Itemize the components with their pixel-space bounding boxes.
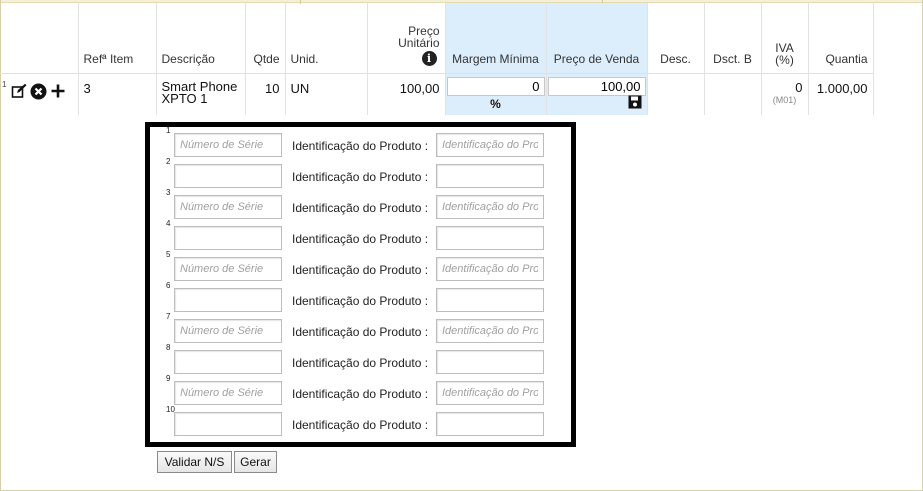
serial-row: 7 Identificação do Produto : [150, 312, 571, 345]
col-actions [0, 3, 79, 74]
serial-number-input[interactable] [174, 288, 282, 312]
product-id-label: Identificação do Produto : [292, 201, 429, 215]
vat-value: 0 [795, 79, 803, 95]
description-line-2: XPTO 1 [161, 90, 208, 106]
row-min-margin: % [445, 73, 547, 115]
col-sale-price: Preço de Venda [546, 3, 648, 74]
col-description: Descrição [156, 3, 246, 74]
sale-price-input[interactable] [547, 76, 646, 96]
serial-row-number: 7 [166, 312, 171, 321]
serial-number-input[interactable] [174, 381, 282, 405]
serial-row: 6 Identificação do Produto : [150, 281, 571, 314]
row-sale-price [546, 73, 648, 115]
serial-row: 2 Identificação do Produto : [150, 157, 571, 190]
col-qty: Qtde [245, 3, 286, 74]
product-id-input[interactable] [436, 412, 544, 436]
row-amount: 1.000,00 [808, 73, 874, 115]
serial-row: 5 Identificação do Produto : [150, 250, 571, 283]
serial-row-number: 6 [166, 281, 171, 290]
row-actions: 1 [0, 73, 79, 115]
min-margin-input[interactable] [446, 76, 545, 96]
col-ref: Refª Item [78, 3, 157, 74]
table-header: Refª Item Descrição Qtde Unid. Preço Uni… [0, 3, 874, 74]
product-id-input[interactable] [436, 164, 544, 188]
col-vat: IVA (%) [761, 3, 809, 74]
serial-row-number: 4 [166, 219, 171, 228]
product-id-input[interactable] [436, 381, 544, 405]
serial-number-input[interactable] [174, 133, 282, 157]
serial-row-number: 1 [166, 126, 171, 135]
product-id-input[interactable] [436, 350, 544, 374]
items-table: Refª Item Descrição Qtde Unid. Preço Uni… [0, 3, 874, 115]
serial-number-input[interactable] [174, 319, 282, 343]
validate-serials-button[interactable]: Validar N/S [157, 451, 232, 473]
table-row: 1 3 Smart Phone XPTO 1 10 UN 100,00 0 % … [0, 73, 874, 115]
product-id-label: Identificação do Produto : [292, 263, 429, 277]
product-id-label: Identificação do Produto : [292, 418, 429, 432]
row-description: Smart Phone XPTO 1 [156, 73, 246, 115]
serial-number-input[interactable] [174, 164, 282, 188]
serial-number-input[interactable] [174, 195, 282, 219]
serial-number-input[interactable] [174, 350, 282, 374]
vat-label-2: (%) [775, 52, 794, 67]
remove-icon[interactable] [30, 83, 47, 100]
serial-number-input[interactable] [174, 257, 282, 281]
serial-row: 10 Identificação do Produto : [150, 405, 571, 438]
serial-row-number: 5 [166, 250, 171, 259]
product-id-input[interactable] [436, 319, 544, 343]
product-id-input[interactable] [436, 195, 544, 219]
serial-row-number: 8 [166, 343, 171, 352]
product-id-label: Identificação do Produto : [292, 294, 429, 308]
product-id-label: Identificação do Produto : [292, 139, 429, 153]
row-unit: UN [285, 73, 368, 115]
margin-unit: % [490, 96, 501, 111]
serial-row: 1 Identificação do Produto : [150, 126, 571, 159]
product-id-input[interactable] [436, 133, 544, 157]
vat-code: (M01) [772, 94, 797, 105]
serial-row: 4 Identificação do Produto : [150, 219, 571, 252]
row-vat: 0 (M01) [761, 73, 809, 115]
serial-number-input[interactable] [174, 412, 282, 436]
serial-row: 8 Identificação do Produto : [150, 343, 571, 376]
serial-number-input[interactable] [174, 226, 282, 250]
col-amount: Quantia [808, 3, 874, 74]
product-id-label: Identificação do Produto : [292, 170, 429, 184]
row-ref: 3 [78, 73, 157, 115]
edit-icon[interactable] [11, 83, 27, 99]
add-icon[interactable] [50, 83, 66, 99]
product-id-input[interactable] [436, 288, 544, 312]
info-icon[interactable]: i [421, 50, 437, 66]
vat-label-1: IVA [775, 40, 794, 55]
product-id-label: Identificação do Produto : [292, 387, 429, 401]
row-qty: 10 [245, 73, 286, 115]
product-id-label: Identificação do Produto : [292, 356, 429, 370]
serial-row: 9 Identificação do Produto : [150, 374, 571, 407]
unit-price-label-2: Unitário [398, 35, 440, 50]
serial-numbers-panel: 1 Identificação do Produto : 2 Identific… [145, 122, 576, 447]
row-discount-b [704, 73, 762, 115]
product-id-input[interactable] [436, 226, 544, 250]
col-discount: Desc. [647, 3, 705, 74]
product-id-input[interactable] [436, 257, 544, 281]
row-unit-price: 100,00 [367, 73, 446, 115]
product-id-label: Identificação do Produto : [292, 325, 429, 339]
col-min-margin: Margem Mínima [445, 3, 547, 74]
unit-price-label-1: Preço [408, 23, 440, 38]
save-icon[interactable] [628, 95, 642, 112]
row-number: 1 [2, 79, 7, 89]
serial-row-number: 2 [166, 157, 171, 166]
col-unit: Unid. [285, 3, 368, 74]
serial-row: 3 Identificação do Produto : [150, 188, 571, 221]
serial-row-number: 3 [166, 188, 171, 197]
row-discount [647, 73, 705, 115]
serial-row-number: 9 [166, 374, 171, 383]
product-id-label: Identificação do Produto : [292, 232, 429, 246]
generate-button[interactable]: Gerar [234, 451, 277, 473]
col-unit-price: Preço Unitário i [367, 3, 446, 74]
col-discount-b: Dsct. B [704, 3, 762, 74]
